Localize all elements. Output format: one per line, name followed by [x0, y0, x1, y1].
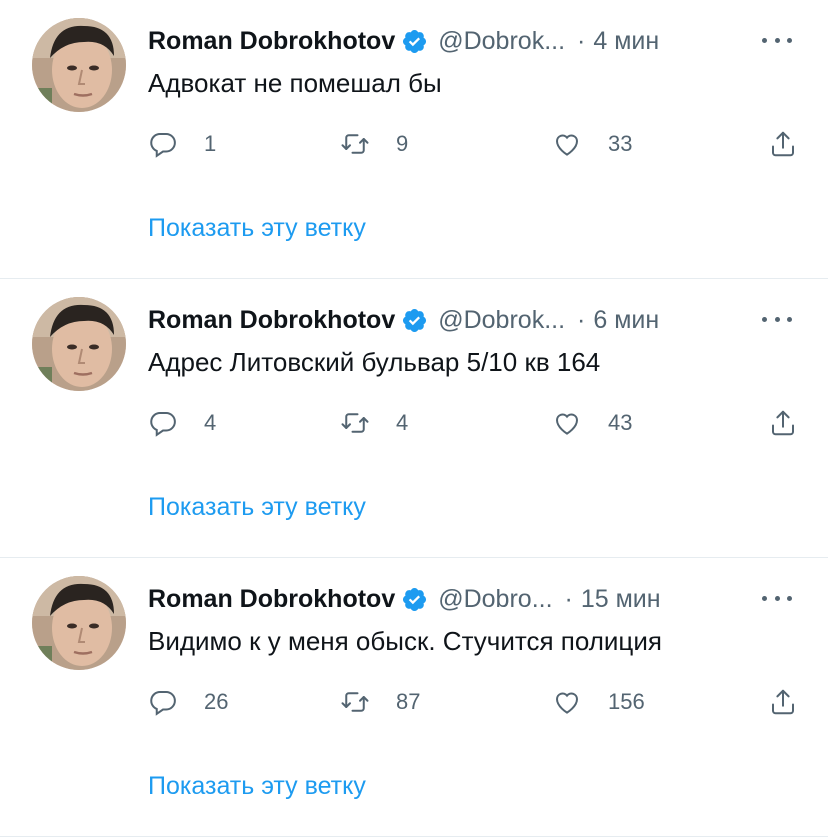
retweet-count: 4 [396, 410, 409, 435]
share-icon [772, 131, 794, 157]
reply-button[interactable]: 4 [148, 403, 216, 443]
like-count: 43 [608, 410, 633, 435]
retweet-icon [341, 692, 369, 712]
like-count: 33 [608, 131, 633, 156]
tweet[interactable]: Roman Dobrokhotov @Dobrok... · 4 мин Адв… [0, 0, 828, 279]
more-options-icon[interactable] [762, 309, 792, 329]
separator-dot: · [564, 584, 573, 613]
tweet[interactable]: Roman Dobrokhotov @Dobro... · 15 мин Вид… [0, 558, 828, 837]
reply-count: 4 [204, 410, 217, 435]
share-button[interactable] [768, 403, 798, 443]
avatar[interactable] [32, 576, 126, 670]
share-icon [772, 689, 794, 715]
avatar-photo [32, 576, 126, 670]
like-button[interactable]: 33 [552, 124, 632, 164]
tweet-actions: 1 9 33 [148, 124, 798, 164]
avatar-photo [32, 297, 126, 391]
verified-badge-icon [403, 308, 427, 332]
tweet-actions: 4 4 43 [148, 403, 798, 443]
tweet-text: Адрес Литовский бульвар 5/10 кв 164 [148, 347, 601, 377]
tweet-actions: 26 87 156 [148, 682, 798, 722]
retweet-count: 9 [396, 131, 409, 156]
reply-icon [150, 133, 176, 158]
show-thread-link[interactable]: Показать эту ветку [148, 493, 366, 522]
timestamp[interactable]: 15 мин [581, 585, 661, 614]
show-thread-link[interactable]: Показать эту ветку [148, 214, 366, 243]
verified-badge-icon [403, 29, 427, 53]
heart-icon [555, 134, 579, 156]
retweet-icon [341, 413, 369, 433]
tweet-feed: Roman Dobrokhotov @Dobrok... · 4 мин Адв… [0, 0, 828, 837]
separator-dot: · [577, 305, 586, 334]
like-button[interactable]: 43 [552, 403, 632, 443]
timestamp[interactable]: 6 мин [593, 306, 659, 335]
retweet-icon [341, 134, 369, 154]
like-count: 156 [608, 689, 645, 714]
tweet-header: Roman Dobrokhotov @Dobrok... · 4 мин [148, 26, 792, 56]
heart-icon [555, 413, 579, 435]
separator-dot: · [577, 26, 586, 55]
tweet-header: Roman Dobrokhotov @Dobro... · 15 мин [148, 584, 792, 614]
avatar[interactable] [32, 297, 126, 391]
timestamp[interactable]: 4 мин [593, 27, 659, 56]
more-options-icon[interactable] [762, 30, 792, 50]
reply-button[interactable]: 26 [148, 682, 228, 722]
author-handle[interactable]: @Dobrok... [438, 27, 565, 56]
share-button[interactable] [768, 124, 798, 164]
share-button[interactable] [768, 682, 798, 722]
show-thread-link[interactable]: Показать эту ветку [148, 772, 366, 801]
tweet-text: Видимо к у меня обыск. Стучится полиция [148, 626, 662, 656]
share-icon [772, 410, 794, 436]
retweet-count: 87 [396, 689, 421, 714]
author-handle[interactable]: @Dobrok... [438, 306, 565, 335]
retweet-button[interactable]: 9 [340, 124, 408, 164]
reply-button[interactable]: 1 [148, 124, 216, 164]
heart-icon [555, 692, 579, 714]
tweet-header: Roman Dobrokhotov @Dobrok... · 6 мин [148, 305, 792, 335]
author-name[interactable]: Roman Dobrokhotov [148, 585, 395, 614]
author-name[interactable]: Roman Dobrokhotov [148, 306, 395, 335]
avatar[interactable] [32, 18, 126, 112]
reply-count: 1 [204, 131, 217, 156]
tweet[interactable]: Roman Dobrokhotov @Dobrok... · 6 мин Адр… [0, 279, 828, 558]
reply-icon [150, 691, 176, 716]
retweet-button[interactable]: 4 [340, 403, 408, 443]
verified-badge-icon [403, 587, 427, 611]
tweet-text: Адвокат не помешал бы [148, 68, 442, 98]
retweet-button[interactable]: 87 [340, 682, 420, 722]
more-options-icon[interactable] [762, 588, 792, 608]
avatar-photo [32, 18, 126, 112]
author-handle[interactable]: @Dobro... [438, 585, 552, 614]
author-name[interactable]: Roman Dobrokhotov [148, 27, 395, 56]
like-button[interactable]: 156 [552, 682, 645, 722]
reply-count: 26 [204, 689, 229, 714]
reply-icon [150, 412, 176, 437]
